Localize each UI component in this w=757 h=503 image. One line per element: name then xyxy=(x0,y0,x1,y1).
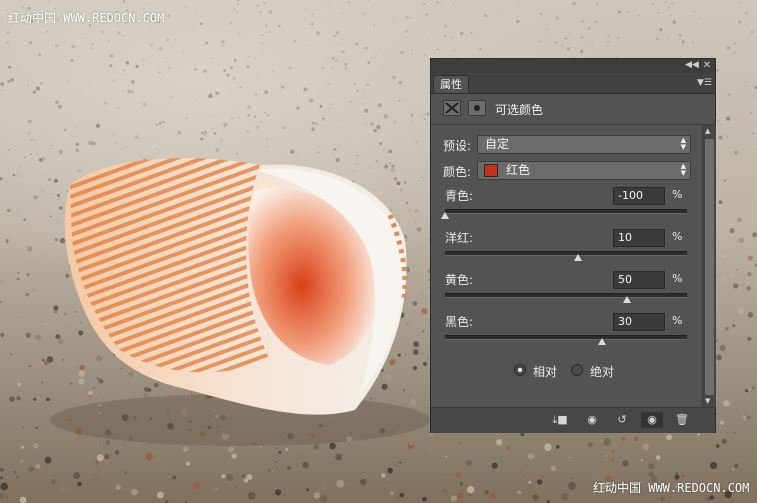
scroll-thumb[interactable] xyxy=(705,139,714,395)
view-previous-icon[interactable]: ◉ xyxy=(581,412,603,428)
scroll-down-icon[interactable]: ▼ xyxy=(705,397,710,405)
preset-dropdown[interactable]: 自定 ▲ ▼ xyxy=(477,135,691,154)
scrollbar[interactable]: ▲ ▼ xyxy=(702,125,716,407)
absolute-radio[interactable] xyxy=(571,364,583,376)
slider-value-input[interactable]: 50 xyxy=(613,271,665,289)
panel-tab-bar: 属性 ▼☰ xyxy=(431,73,715,94)
panel-title-bar: ◀◀ ✕ xyxy=(431,59,715,73)
percent-label: % xyxy=(672,230,683,243)
relative-label: 相对 xyxy=(533,365,558,379)
adjustment-title: 可选颜色 xyxy=(495,103,544,117)
dropdown-arrows-icon: ▲ ▼ xyxy=(680,136,686,151)
preset-value: 自定 xyxy=(485,137,510,151)
tab-properties[interactable]: 属性 xyxy=(433,75,469,93)
color-dropdown[interactable]: 红色 ▲ ▼ xyxy=(477,161,691,180)
slider-label: 青色: xyxy=(445,189,474,203)
panel-menu-icon[interactable]: ▼☰ xyxy=(697,77,712,89)
slider-thumb[interactable] xyxy=(598,338,607,345)
slider-thumb[interactable] xyxy=(574,254,583,261)
relative-radio[interactable] xyxy=(514,364,526,376)
slider-value-input[interactable]: -100 xyxy=(613,187,665,205)
watermark-bottom: 红动中国 WWW.REDOCN.COM xyxy=(593,481,750,495)
reset-icon[interactable]: ↺ xyxy=(611,412,633,428)
trash-icon[interactable]: 🗑 xyxy=(671,412,693,428)
scroll-up-icon[interactable]: ▲ xyxy=(705,127,710,135)
color-value: 红色 xyxy=(506,163,531,177)
slider-track[interactable] xyxy=(445,251,687,256)
slider-track[interactable] xyxy=(445,335,687,340)
slider-track[interactable] xyxy=(445,293,687,298)
adjustment-header: 可选颜色 xyxy=(431,94,715,125)
slider-thumb[interactable] xyxy=(622,296,631,303)
slider-track[interactable] xyxy=(445,209,687,214)
dropdown-arrows-icon: ▲ ▼ xyxy=(680,162,686,177)
absolute-label: 绝对 xyxy=(590,365,615,379)
slider-label: 洋红: xyxy=(445,231,474,245)
clip-to-layer-icon[interactable]: ⤓■ xyxy=(549,412,571,428)
slider-label: 黑色: xyxy=(445,315,474,329)
selective-color-icon[interactable] xyxy=(443,100,461,116)
layer-mask-icon[interactable] xyxy=(468,100,486,116)
slider-value-input[interactable]: 30 xyxy=(613,313,665,331)
visibility-icon[interactable]: ◉ xyxy=(641,412,663,428)
properties-panel: ◀◀ ✕ 属性 ▼☰ 可选颜色 预设: 自定 ▲ ▼ 颜色: 红色 ▲ ▼ 青色: -… xyxy=(430,58,716,433)
watermark-top: 红动中国 WWW.REDOCN.COM xyxy=(8,11,165,25)
collapse-icon[interactable]: ◀◀ xyxy=(685,60,699,71)
slider-label: 黄色: xyxy=(445,273,474,287)
percent-label: % xyxy=(672,314,683,327)
slider-thumb[interactable] xyxy=(441,212,449,219)
color-swatch xyxy=(484,164,498,177)
preset-label: 预设: xyxy=(443,139,472,153)
close-icon[interactable]: ✕ xyxy=(701,60,713,71)
color-label: 颜色: xyxy=(443,165,472,179)
percent-label: % xyxy=(672,188,683,201)
percent-label: % xyxy=(672,272,683,285)
panel-footer: ⤓■ ◉ ↺ ◉ 🗑 xyxy=(431,407,715,433)
slider-value-input[interactable]: 10 xyxy=(613,229,665,247)
